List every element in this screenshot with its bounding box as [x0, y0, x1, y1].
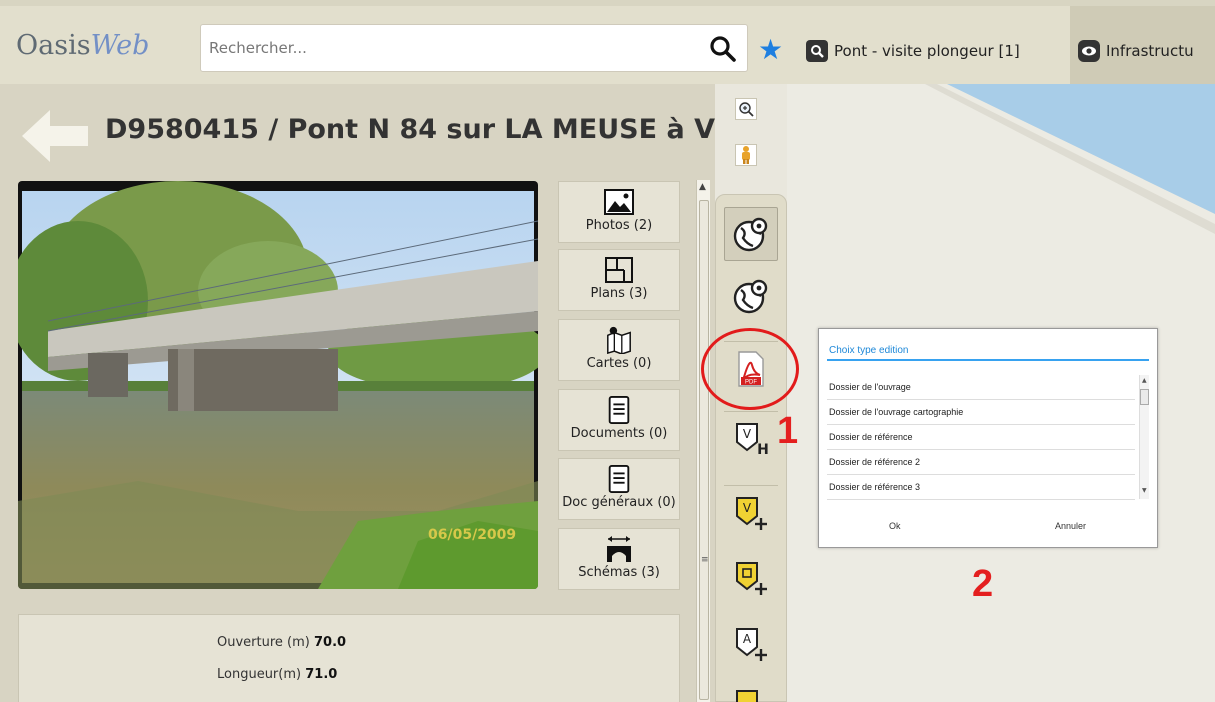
cartes-button[interactable]: Cartes (0) — [558, 319, 680, 381]
svg-text:V: V — [743, 427, 752, 441]
plans-button[interactable]: Plans (3) — [558, 249, 680, 311]
dialog-scrollbar[interactable]: ▲ ▼ — [1139, 375, 1149, 499]
option-dossier-reference-2[interactable]: Dossier de référence 2 — [827, 450, 1135, 475]
plans-label: Plans (3) — [590, 286, 648, 301]
eye-icon — [1078, 40, 1100, 62]
schemas-label: Schémas (3) — [578, 565, 660, 580]
partial-icon — [736, 690, 758, 702]
scroll-down-icon[interactable]: ▼ — [1142, 487, 1147, 494]
edition-type-dialog: Choix type edition Dossier de l'ouvrage … — [818, 328, 1158, 548]
info-label: Ouverture (m) — [217, 635, 310, 650]
tab-label: Pont - visite plongeur [1] — [834, 42, 1020, 60]
logo-accent-text: Web — [90, 30, 150, 61]
add-a-icon: A — [736, 628, 767, 661]
visit-history-icon: V H — [736, 422, 769, 458]
panel-scrollbar[interactable]: ▲ ≡ — [696, 180, 710, 702]
photo-date: 06/05/2009 — [428, 527, 517, 543]
visit-history-button[interactable]: V H — [724, 411, 778, 465]
svg-text:A: A — [743, 632, 752, 646]
scroll-up-icon[interactable]: ▲ — [699, 182, 706, 192]
scrollbar-thumb[interactable]: ≡ — [699, 200, 709, 700]
doc-generaux-label: Doc généraux (0) — [562, 495, 676, 510]
annotation-marker-1: 1 — [777, 410, 799, 452]
favorite-star-icon[interactable]: ★ — [758, 36, 783, 64]
annotation-marker-2: 2 — [972, 563, 994, 605]
detail-panel: D9580415 / Pont N 84 sur LA MEUSE à V... — [0, 84, 729, 702]
search-box — [200, 24, 748, 72]
option-dossier-reference-3[interactable]: Dossier de référence 3 — [827, 475, 1135, 500]
info-value: 71.0 — [305, 667, 338, 682]
dialog-title-underline — [827, 359, 1149, 361]
app-logo[interactable]: OasisWeb — [16, 30, 149, 61]
title-text: D9580415 / Pont N 84 sur LA MEUSE à V — [105, 114, 715, 145]
info-row-ouverture: Ouverture (m) 70.0 — [217, 635, 346, 650]
scroll-up-icon[interactable]: ▲ — [1142, 377, 1147, 384]
photos-button[interactable]: Photos (2) — [558, 181, 680, 243]
schemas-button[interactable]: Schémas (3) — [558, 528, 680, 590]
globe-location-icon — [733, 217, 768, 252]
tab-infrastructure[interactable]: Infrastructu — [1078, 38, 1194, 64]
document-icon — [608, 396, 630, 424]
info-row-longueur: Longueur(m) 71.0 — [217, 667, 337, 682]
logo-main-text: Oasis — [16, 30, 91, 61]
add-d-icon — [736, 562, 767, 595]
tab-infrastructure-wrap: Infrastructu — [1070, 6, 1215, 90]
floorplan-icon — [605, 257, 633, 283]
globe-location-button-2[interactable] — [724, 269, 778, 323]
grip-icon: ≡ — [701, 555, 709, 565]
dialog-scroll-thumb[interactable] — [1140, 389, 1149, 405]
add-visit-button[interactable]: V — [724, 485, 778, 539]
option-dossier-reference[interactable]: Dossier de référence — [827, 425, 1135, 450]
option-dossier-ouvrage-cartographie[interactable]: Dossier de l'ouvrage cartographie — [827, 400, 1135, 425]
top-bar: OasisWeb ★ Pont - visite plongeur [1] In… — [0, 0, 1215, 90]
map-pin-icon — [607, 326, 631, 354]
tab-label: Infrastructu — [1106, 42, 1194, 60]
option-dossier-ouvrage[interactable]: Dossier de l'ouvrage — [827, 375, 1135, 400]
bridge-schema-icon — [607, 536, 631, 562]
street-view-icon[interactable] — [735, 144, 757, 166]
search-icon — [806, 40, 828, 62]
image-icon — [604, 189, 634, 215]
add-visit-icon: V — [736, 496, 767, 530]
page-title: D9580415 / Pont N 84 sur LA MEUSE à V... — [105, 114, 729, 145]
cancel-button[interactable]: Annuler — [1055, 521, 1086, 531]
documents-label: Documents (0) — [570, 426, 668, 441]
bridge-photo[interactable]: 06/05/2009 — [18, 181, 538, 589]
back-arrow-icon[interactable] — [18, 106, 90, 166]
svg-text:V: V — [743, 501, 752, 515]
doc-generaux-button[interactable]: Doc généraux (0) — [558, 458, 680, 520]
tab-pont-visite-plongeur[interactable]: Pont - visite plongeur [1] — [806, 38, 1020, 64]
cartes-label: Cartes (0) — [586, 356, 652, 371]
info-box: Ouverture (m) 70.0 Longueur(m) 71.0 — [18, 614, 680, 702]
dialog-title: Choix type edition — [829, 345, 909, 356]
add-d-button[interactable] — [724, 551, 778, 605]
search-icon[interactable] — [709, 35, 737, 63]
ok-button[interactable]: Ok — [889, 521, 901, 531]
documents-button[interactable]: Documents (0) — [558, 389, 680, 451]
globe-location-button[interactable] — [724, 207, 778, 261]
info-value: 70.0 — [313, 635, 347, 650]
toolbar-next-button[interactable] — [724, 685, 778, 702]
zoom-icon[interactable] — [735, 98, 757, 120]
annotation-circle — [701, 328, 799, 410]
search-input[interactable] — [209, 37, 689, 59]
document-icon — [608, 465, 630, 493]
photos-label: Photos (2) — [585, 218, 653, 233]
info-label: Longueur(m) — [217, 667, 302, 682]
globe-location-icon — [733, 279, 768, 314]
svg-text:H: H — [757, 442, 769, 458]
add-a-button[interactable]: A — [724, 617, 778, 671]
